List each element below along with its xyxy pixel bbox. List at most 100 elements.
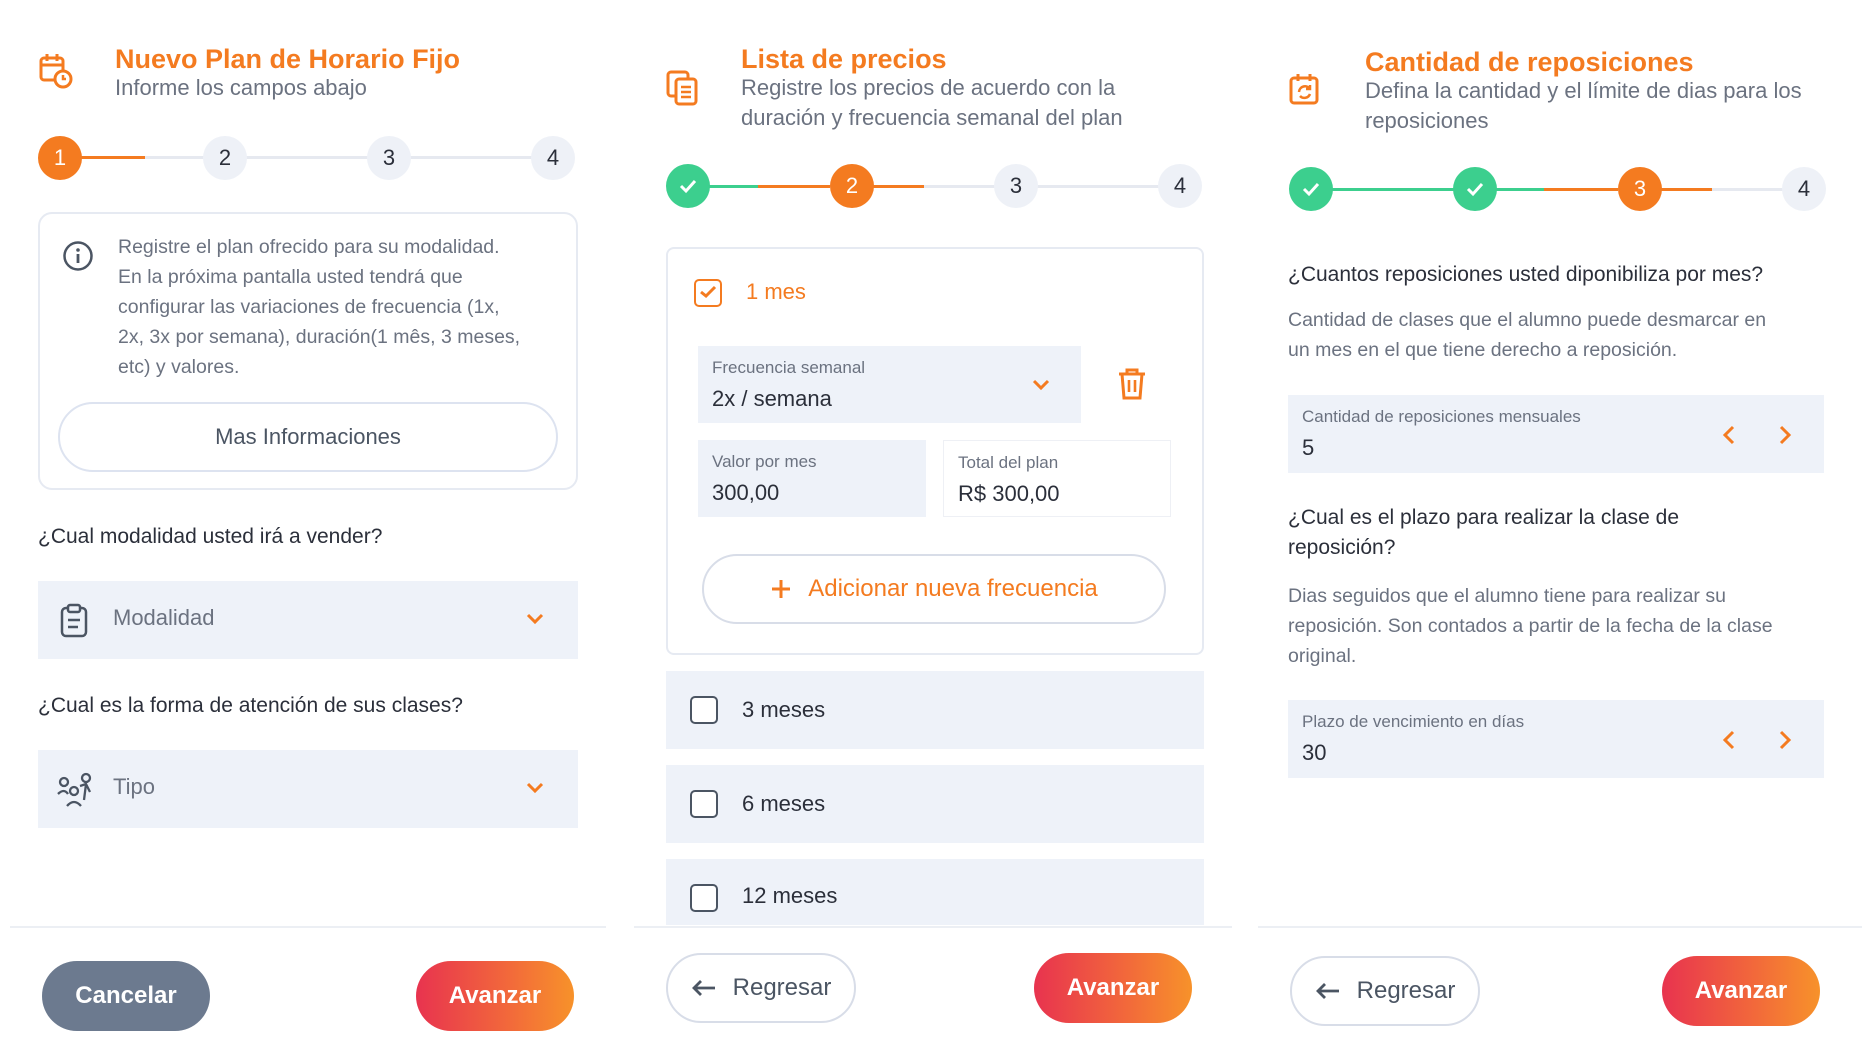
question-modalidad: ¿Cual modalidad usted irá a vender? (38, 525, 383, 548)
description-plazo: Dias seguidos que el alumno tiene para r… (1288, 581, 1773, 671)
subtitle-line: Registre los precios de acuerdo con la (741, 75, 1116, 100)
arrow-left-icon (1315, 983, 1339, 999)
back-label: Regresar (1356, 977, 1456, 1004)
option-label: 6 meses (742, 791, 826, 816)
modalidad-select[interactable]: Modalidad (38, 581, 578, 659)
step-1-done[interactable] (1289, 167, 1333, 211)
option-3-meses[interactable]: 3 meses (666, 671, 1204, 749)
next-button[interactable]: Avanzar (1034, 953, 1192, 1023)
info-line: En la próxima pantalla usted tendrá que (118, 266, 463, 288)
info-line: Registre el plan ofrecido para su modali… (118, 236, 500, 258)
option-checkbox[interactable] (690, 696, 718, 724)
option-label: 12 meses (742, 883, 838, 908)
clipboard-icon (60, 603, 88, 638)
page-subtitle: Registre los precios de acuerdo con la d… (741, 73, 1123, 133)
page-title: Cantidad de reposiciones (1365, 47, 1694, 77)
step-3[interactable]: 3 (994, 164, 1038, 208)
tipo-placeholder: Tipo (113, 774, 155, 799)
next-button[interactable]: Avanzar (1662, 956, 1820, 1026)
option-checkbox[interactable] (690, 790, 718, 818)
screen-reposiciones: Cantidad de reposiciones Defina la canti… (1252, 0, 1864, 1056)
step-3[interactable]: 3 (367, 136, 411, 180)
question-forma: ¿Cual es la forma de atención de sus cla… (38, 694, 463, 717)
subtitle-line: reposiciones (1365, 108, 1489, 133)
chevron-left-icon[interactable] (1722, 730, 1736, 750)
monthly-reposiciones-value: 5 (1302, 435, 1315, 460)
frequency-value: 2x / semana (712, 386, 832, 411)
chevron-left-icon[interactable] (1722, 425, 1736, 445)
footer-divider (634, 926, 1232, 928)
plus-icon (772, 580, 791, 598)
check-icon (679, 179, 697, 194)
check-icon (1466, 182, 1484, 197)
monthly-value-label: Valor por mes (712, 452, 817, 471)
plan-total-label: Total del plan (958, 453, 1059, 472)
modalidad-placeholder: Modalidad (113, 605, 215, 630)
tipo-select[interactable]: Tipo (38, 750, 578, 828)
screen-price-list: Lista de precios Registre los precios de… (628, 0, 1240, 1056)
page-title: Nuevo Plan de Horario Fijo (115, 44, 461, 74)
question-line: ¿Cual es el plazo para realizar la clase… (1288, 506, 1680, 529)
monthly-value-input[interactable]: Valor por mes 300,00 (698, 440, 926, 517)
check-icon (700, 285, 717, 299)
step-3[interactable]: 3 (1618, 167, 1662, 211)
step-1[interactable]: 1 (38, 136, 82, 180)
chevron-down-icon (526, 613, 544, 625)
info-icon (63, 241, 93, 271)
info-box: Registre el plan ofrecido para su modali… (38, 212, 578, 490)
add-frequency-button[interactable]: Adicionar nueva frecuencia (702, 554, 1166, 624)
back-button[interactable]: Regresar (666, 953, 856, 1023)
question-line: reposición? (1288, 536, 1396, 559)
more-info-button[interactable]: Mas Informaciones (58, 402, 558, 472)
description-line: Cantidad de clases que el alumno puede d… (1288, 309, 1767, 331)
frequency-select[interactable]: Frecuencia semanal 2x / semana (698, 346, 1081, 423)
plan-option-card: 1 mes Frecuencia semanal 2x / semana Val… (666, 247, 1204, 655)
step-2[interactable]: 2 (203, 136, 247, 180)
trash-icon[interactable] (1116, 367, 1148, 401)
chevron-down-icon (1032, 379, 1050, 391)
info-text: Registre el plan ofrecido para su modali… (118, 232, 568, 382)
screen-new-plan: Nuevo Plan de Horario Fijo Informe los c… (0, 0, 612, 1056)
info-line: etc) y valores. (118, 356, 240, 378)
option-1-checkbox[interactable] (694, 279, 722, 307)
expiry-days-value: 30 (1302, 740, 1327, 765)
next-button[interactable]: Avanzar (416, 961, 574, 1031)
back-label: Regresar (732, 974, 832, 1001)
option-6-meses[interactable]: 6 meses (666, 765, 1204, 843)
description-line: un mes en el que tiene derecho a reposic… (1288, 339, 1678, 361)
copy-list-icon (666, 70, 698, 106)
question-plazo: ¿Cual es el plazo para realizar la clase… (1288, 503, 1679, 563)
plan-total-value: R$ 300,00 (958, 481, 1060, 506)
page-subtitle: Defina la cantidad y el límite de dias p… (1365, 76, 1802, 136)
chevron-down-icon (526, 782, 544, 794)
option-12-meses[interactable]: 12 meses (666, 859, 1204, 925)
page-subtitle: Informe los campos abajo (115, 75, 367, 100)
info-line: 2x, 3x por semana), duración(1 mês, 3 me… (118, 326, 521, 348)
arrow-left-icon (691, 980, 715, 996)
step-4[interactable]: 4 (1782, 167, 1826, 211)
step-4[interactable]: 4 (1158, 164, 1202, 208)
chevron-right-icon[interactable] (1778, 425, 1792, 445)
option-label: 3 meses (742, 697, 826, 722)
expiry-days-stepper[interactable]: Plazo de vencimiento en días 30 (1288, 700, 1824, 778)
stepper-progress-transition (758, 185, 830, 188)
footer-divider (1258, 926, 1862, 928)
subtitle-line: duración y frecuencia semanal del plan (741, 105, 1123, 130)
expiry-days-label: Plazo de vencimiento en días (1302, 712, 1525, 731)
monthly-value: 300,00 (712, 480, 780, 505)
option-checkbox[interactable] (690, 884, 718, 912)
check-icon (1302, 182, 1320, 197)
calendar-refresh-icon (1289, 74, 1319, 105)
step-2[interactable]: 2 (830, 164, 874, 208)
monthly-reposiciones-stepper[interactable]: Cantidad de reposiciones mensuales 5 (1288, 395, 1824, 473)
page-title: Lista de precios (741, 44, 947, 74)
people-icon (57, 772, 92, 807)
question-reposiciones-mes: ¿Cuantos reposiciones usted diponibiliza… (1288, 263, 1764, 286)
step-2-done[interactable] (1453, 167, 1497, 211)
step-1-done[interactable] (666, 164, 710, 208)
description-line: Dias seguidos que el alumno tiene para r… (1288, 585, 1726, 607)
chevron-right-icon[interactable] (1778, 730, 1792, 750)
cancel-button[interactable]: Cancelar (42, 961, 210, 1031)
step-4[interactable]: 4 (531, 136, 575, 180)
back-button[interactable]: Regresar (1290, 956, 1480, 1026)
